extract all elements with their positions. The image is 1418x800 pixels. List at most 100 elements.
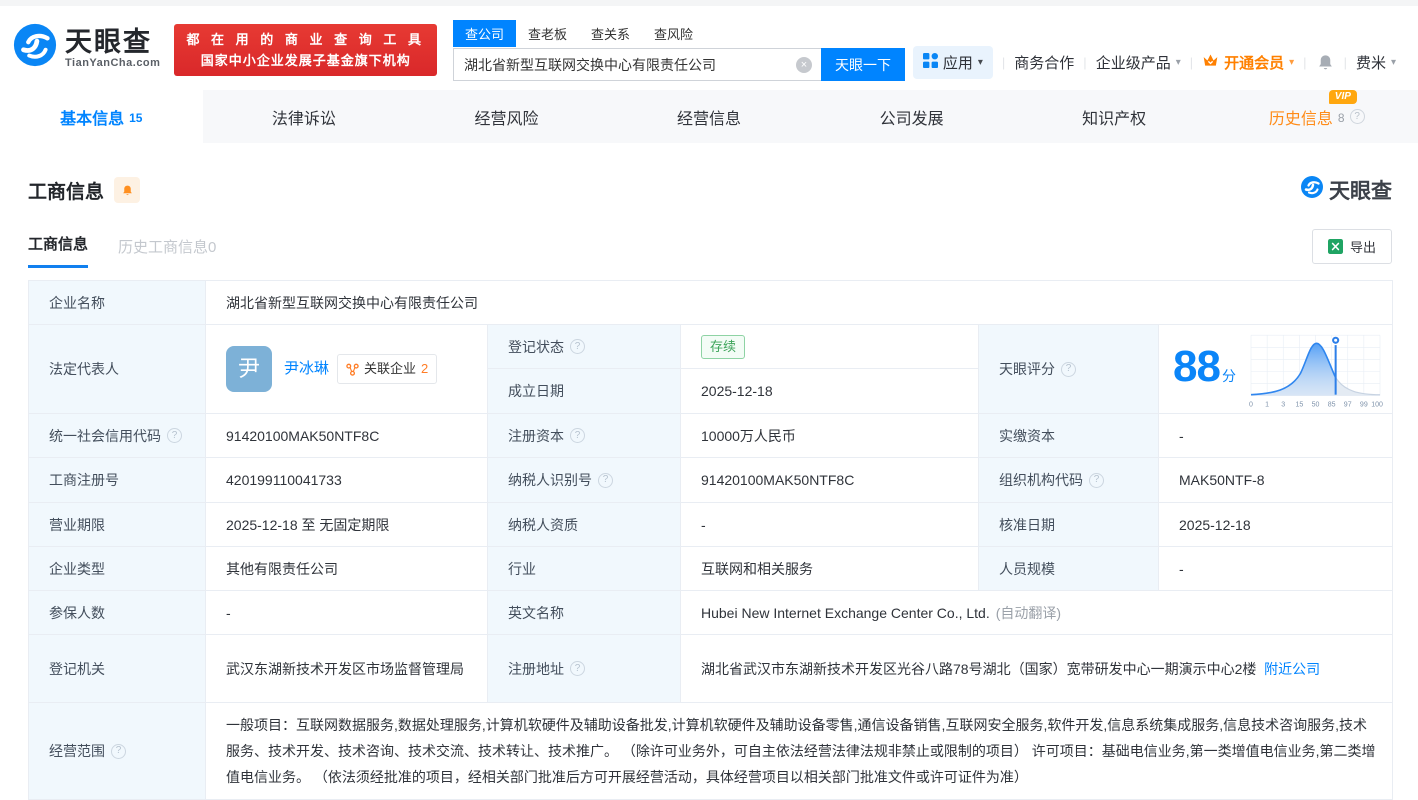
nav-apps[interactable]: 应用 ▾ bbox=[912, 46, 993, 79]
chevron-down-icon: ▾ bbox=[1175, 57, 1181, 68]
industry: 互联网和相关服务 bbox=[681, 547, 979, 591]
score-number: 88 bbox=[1173, 341, 1221, 391]
nearby-companies-link[interactable]: 附近公司 bbox=[1264, 661, 1320, 677]
legal-representative-link[interactable]: 尹冰琳 bbox=[284, 358, 329, 380]
score-distribution-chart: 0 1 3 15 50 85 97 99 100 bbox=[1249, 334, 1383, 408]
banner-line1: 都 在 用 的 商 业 查 询 工 具 bbox=[186, 32, 425, 47]
tianyancha-logo-icon bbox=[1300, 175, 1324, 205]
notification-bell[interactable] bbox=[1316, 53, 1335, 72]
nav-enterprise-label: 企业级产品 bbox=[1095, 55, 1171, 72]
logo-subtitle: TianYanCha.com bbox=[65, 56, 161, 69]
insured-count: - bbox=[206, 591, 488, 635]
help-icon[interactable]: ? bbox=[570, 428, 585, 443]
staff-size: - bbox=[1159, 547, 1393, 591]
related-company-label: 关联企业 bbox=[364, 361, 417, 376]
svg-text:0: 0 bbox=[1249, 401, 1253, 408]
reg-status-cell: 存续 bbox=[681, 325, 979, 369]
help-icon[interactable]: ? bbox=[570, 661, 585, 676]
field-label: 法定代表人 bbox=[29, 325, 206, 414]
related-company-count: 2 bbox=[421, 361, 429, 376]
paid-capital: - bbox=[1159, 414, 1393, 458]
help-icon[interactable]: ? bbox=[598, 472, 613, 488]
username: 费米 bbox=[1355, 55, 1386, 72]
tab-label: 经营信息 bbox=[677, 110, 742, 128]
business-info-table: 企业名称 湖北省新型互联网交换中心有限责任公司 法定代表人 尹 尹冰琳 关联企业… bbox=[28, 280, 1393, 800]
logo-title: 天眼查 bbox=[65, 26, 152, 57]
taxpayer-number: 91420100MAK50NTF8C bbox=[681, 458, 979, 503]
tab-basic-info[interactable]: 基本信息 15 bbox=[0, 90, 203, 143]
nav-separator: | bbox=[1343, 55, 1347, 70]
nav-separator: | bbox=[1303, 55, 1307, 70]
svg-text:3: 3 bbox=[1281, 401, 1285, 408]
export-button-label: 导出 bbox=[1349, 240, 1376, 255]
field-label: 注册地址 ? bbox=[488, 635, 681, 703]
tab-intellectual-property[interactable]: 知识产权 bbox=[1013, 90, 1216, 143]
bell-icon bbox=[1318, 55, 1332, 70]
help-icon[interactable]: ? bbox=[111, 743, 126, 759]
subtab-history-business-info[interactable]: 历史工商信息0 bbox=[118, 236, 216, 268]
chevron-down-icon: ▾ bbox=[1390, 57, 1396, 68]
vip-badge: VIP bbox=[1328, 89, 1357, 104]
section-title: 工商信息 bbox=[28, 181, 105, 203]
help-icon[interactable]: ? bbox=[1089, 472, 1104, 488]
status-badge: 存续 bbox=[701, 334, 746, 359]
tab-company-development[interactable]: 公司发展 bbox=[810, 90, 1013, 143]
auto-translate-note: (自动翻译) bbox=[995, 604, 1062, 621]
field-label: 参保人数 bbox=[29, 591, 206, 635]
search-tab-company[interactable]: 查公司 bbox=[452, 20, 516, 47]
tianyancha-logo[interactable]: 天眼查 TianYanCha.com bbox=[12, 22, 160, 73]
help-icon[interactable]: ? bbox=[570, 339, 585, 354]
svg-text:99: 99 bbox=[1360, 401, 1368, 408]
nav-separator: | bbox=[1189, 55, 1194, 70]
search-tab-risk[interactable]: 查风险 bbox=[642, 20, 705, 47]
reg-capital: 10000万人民币 bbox=[681, 414, 979, 458]
tab-history-info[interactable]: 历史信息 VIP 8 ? bbox=[1215, 89, 1418, 143]
legal-representative-cell: 尹 尹冰琳 关联企业 2 bbox=[206, 325, 488, 414]
nav-open-vip[interactable]: 开通会员 ▾ bbox=[1202, 52, 1294, 73]
help-icon[interactable]: ? bbox=[1349, 109, 1365, 124]
tab-operation-info[interactable]: 经营信息 bbox=[608, 90, 811, 143]
field-label: 行业 bbox=[488, 547, 681, 591]
field-label: 纳税人识别号 ? bbox=[488, 458, 681, 503]
field-label: 注册资本 ? bbox=[488, 414, 681, 458]
subtab-business-info[interactable]: 工商信息 bbox=[28, 233, 89, 268]
related-company-badge[interactable]: 关联企业 2 bbox=[337, 354, 438, 384]
field-label: 纳税人资质 bbox=[488, 503, 681, 547]
score-value: 88 分 bbox=[1173, 344, 1236, 388]
help-icon[interactable]: ? bbox=[167, 428, 182, 443]
tab-label: 知识产权 bbox=[1082, 110, 1147, 128]
business-scope: 一般项目：互联网数据服务,数据处理服务,计算机软硬件及辅助设备批发,计算机软硬件… bbox=[226, 717, 1376, 785]
nav-apps-label: 应用 bbox=[942, 55, 973, 72]
banner-line2: 国家中小企业发展子基金旗下机构 bbox=[200, 53, 411, 68]
export-button[interactable]: 导出 bbox=[1311, 229, 1392, 264]
clear-search-icon[interactable]: × bbox=[795, 56, 812, 73]
search-button[interactable]: 天眼一下 bbox=[820, 48, 905, 81]
nav-open-vip-label: 开通会员 bbox=[1224, 55, 1285, 72]
header-nav: 应用 ▾ | 商务合作 | 企业级产品 ▾ | 开通会员 ▾ | | 费米 ▾ bbox=[912, 46, 1396, 79]
status-date-block: 登记状态 ? 存续 成立日期 2025-12-18 bbox=[488, 325, 979, 414]
tab-history-label: 历史信息 bbox=[1268, 110, 1333, 128]
nav-cooperation-label: 商务合作 bbox=[1014, 55, 1075, 72]
svg-text:85: 85 bbox=[1328, 401, 1336, 408]
subscribe-bell-button[interactable] bbox=[114, 177, 141, 203]
search-input[interactable] bbox=[452, 48, 821, 81]
business-term: 2025-12-18 至 无固定期限 bbox=[206, 503, 488, 547]
search-tab-boss[interactable]: 查老板 bbox=[516, 20, 579, 47]
watermark-label: 天眼查 bbox=[1329, 180, 1392, 203]
nav-cooperation[interactable]: 商务合作 bbox=[1014, 52, 1074, 73]
field-label: 核准日期 bbox=[979, 503, 1159, 547]
nav-enterprise-products[interactable]: 企业级产品 ▾ bbox=[1096, 52, 1181, 73]
tab-legal-litigation[interactable]: 法律诉讼 bbox=[203, 90, 406, 143]
english-name-cell: Hubei New Internet Exchange Center Co., … bbox=[681, 591, 1393, 635]
business-scope-cell: 一般项目：互联网数据服务,数据处理服务,计算机软硬件及辅助设备批发,计算机软硬件… bbox=[206, 703, 1393, 800]
taxpayer-quality: - bbox=[681, 503, 979, 547]
search-tab-relation[interactable]: 查关系 bbox=[579, 20, 642, 47]
field-label: 组织机构代码 ? bbox=[979, 458, 1159, 503]
promo-banner: 都 在 用 的 商 业 查 询 工 具 国家中小企业发展子基金旗下机构 bbox=[174, 24, 437, 76]
help-icon[interactable]: ? bbox=[1061, 361, 1076, 377]
nav-user-menu[interactable]: 费米 ▾ bbox=[1356, 52, 1396, 73]
avatar[interactable]: 尹 bbox=[226, 346, 272, 392]
credit-code: 91420100MAK50NTF8C bbox=[206, 414, 488, 458]
tab-operation-risk[interactable]: 经营风险 bbox=[405, 90, 608, 143]
score-cell: 88 分 0 1 3 15 50 85 97 99 100 bbox=[1159, 325, 1393, 414]
